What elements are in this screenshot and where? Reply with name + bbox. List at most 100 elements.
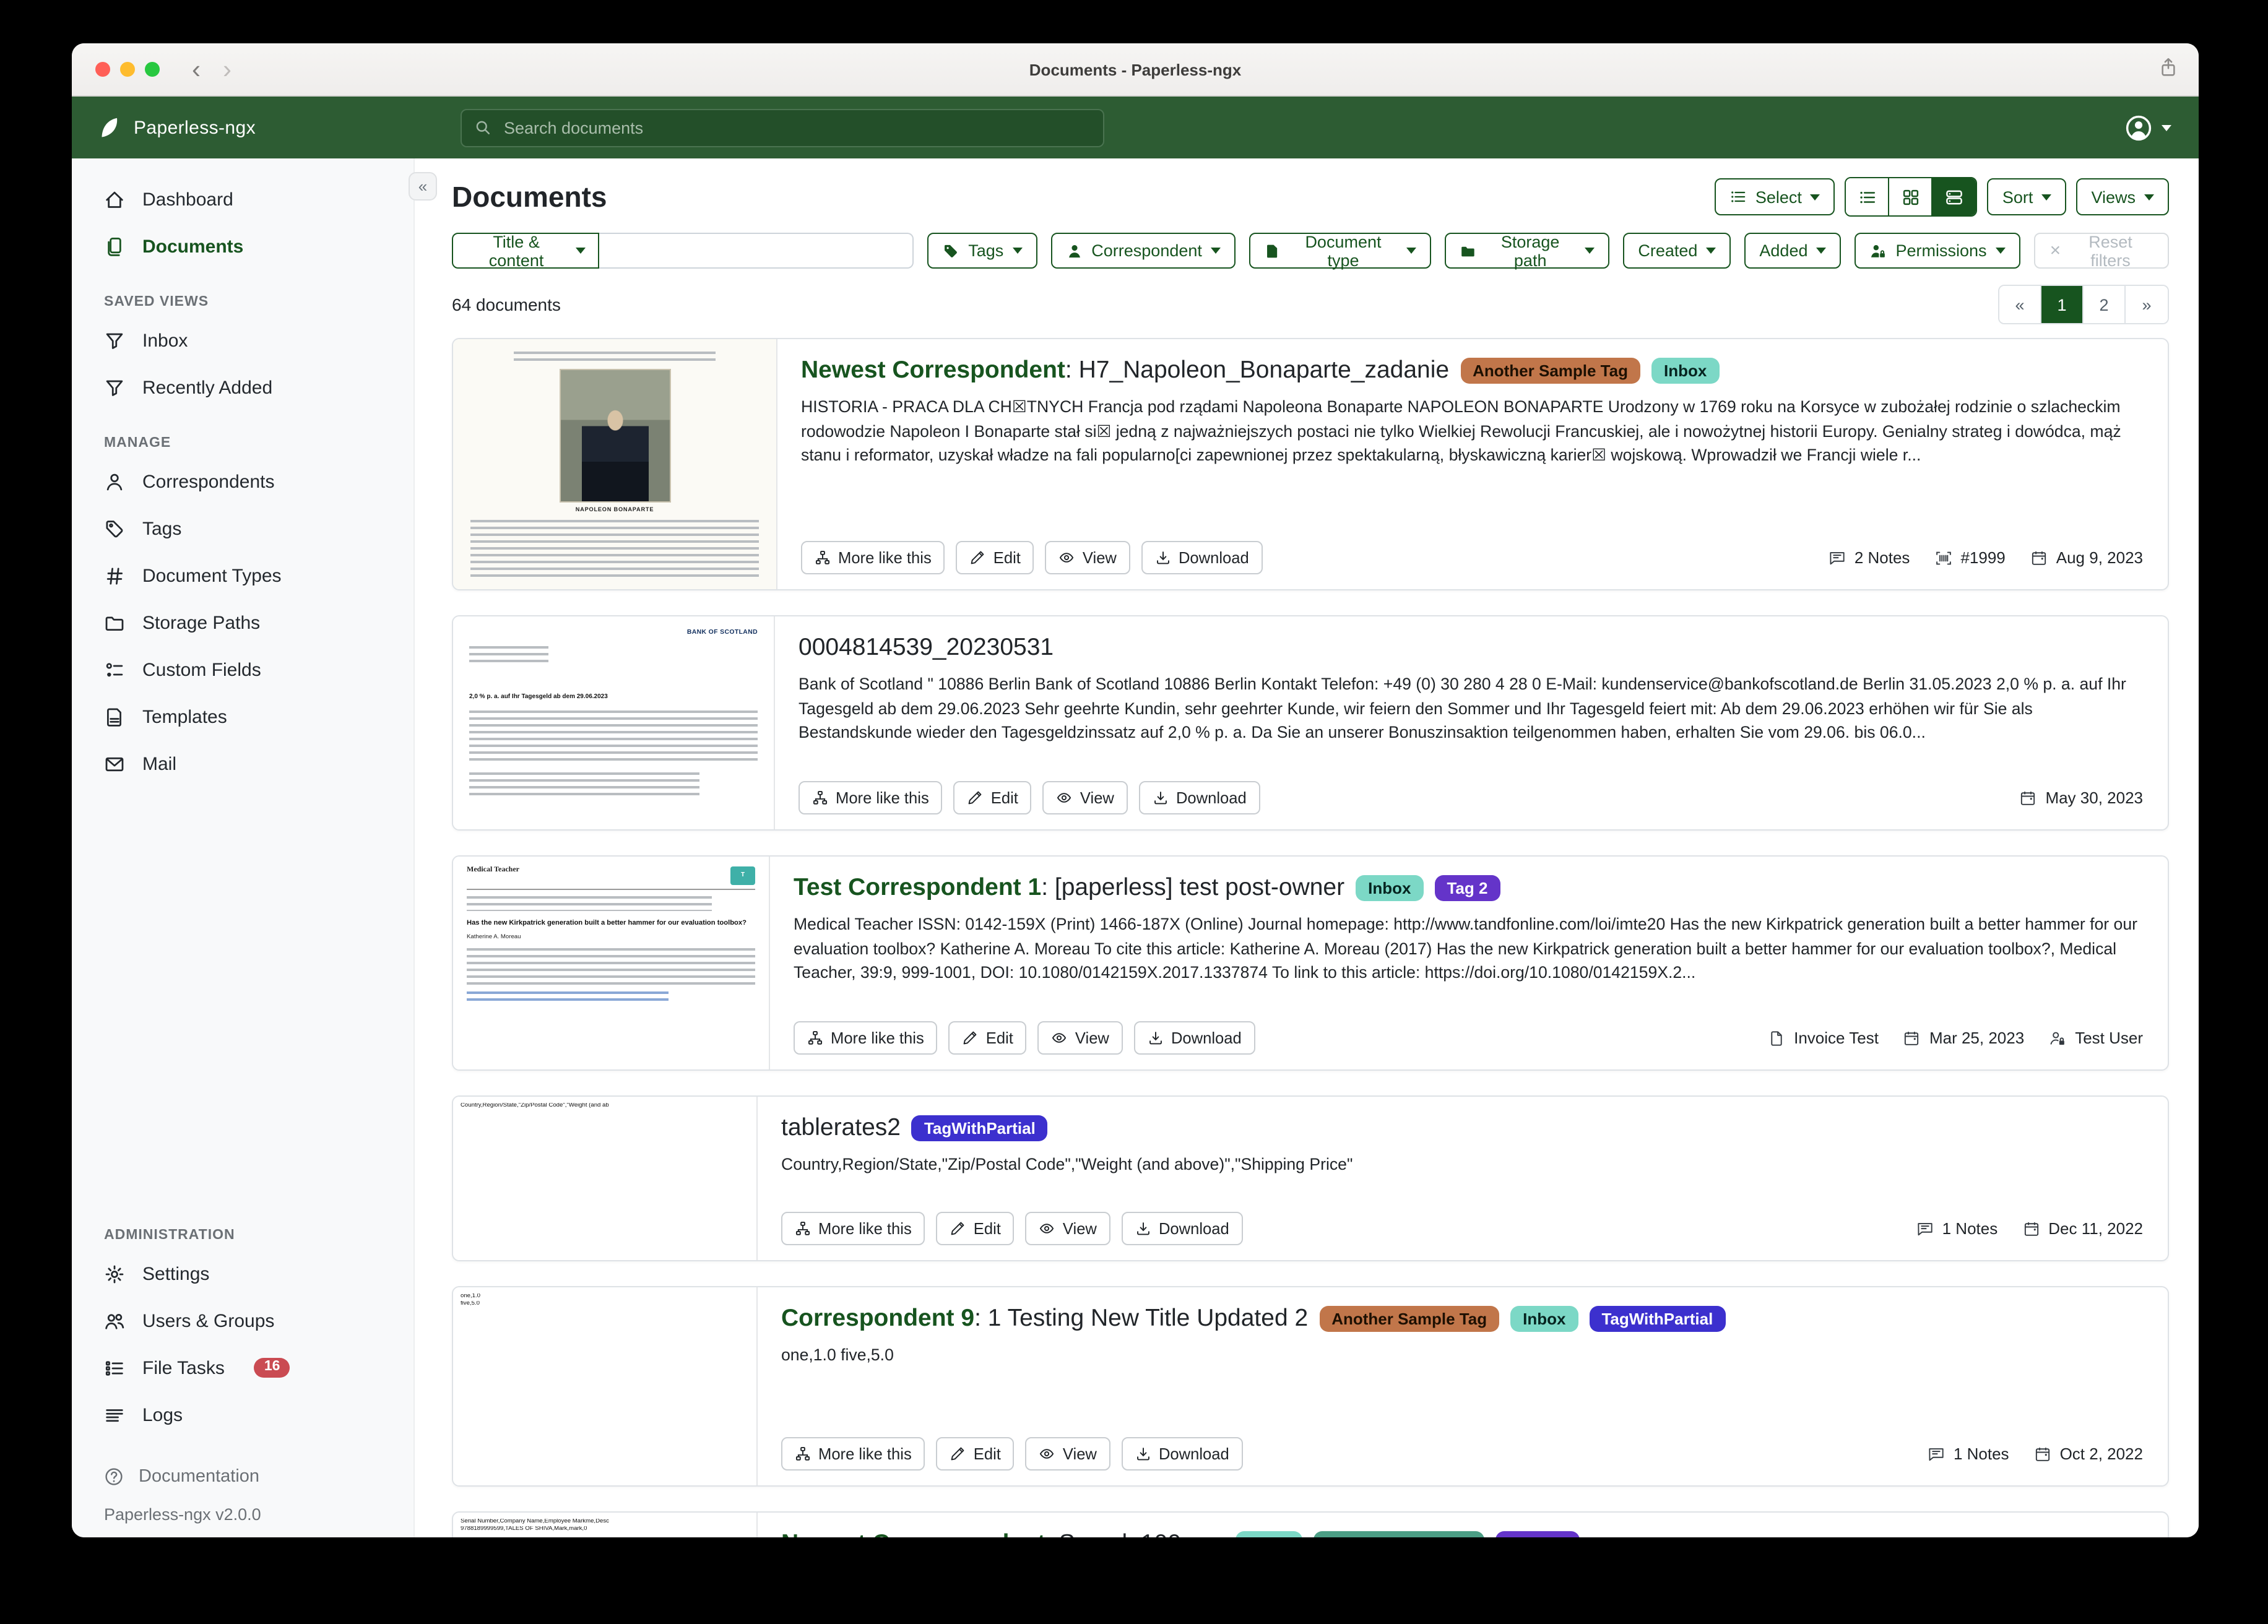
- tag-chip[interactable]: TagWithPartial: [912, 1115, 1048, 1141]
- folder-fill-icon: [1459, 242, 1476, 259]
- tag-chip[interactable]: Inbox: [1356, 875, 1423, 901]
- sidebar-item-label: Settings: [142, 1263, 209, 1284]
- view-details-button[interactable]: [1933, 178, 1976, 215]
- sidebar-item-label: Custom Fields: [142, 659, 261, 680]
- tag-chip[interactable]: [1496, 1531, 1580, 1537]
- view-grid-button[interactable]: [1890, 178, 1933, 215]
- sidebar-item-logs[interactable]: Logs: [72, 1391, 413, 1438]
- tag-chip[interactable]: [1314, 1531, 1485, 1537]
- tag-chip[interactable]: Another Sample Tag: [1460, 357, 1640, 383]
- document-list: NAPOLEON BONAPARTE Newest Correspondent:…: [452, 338, 2169, 1537]
- diagram-icon: [812, 790, 828, 806]
- download-button[interactable]: Download: [1122, 1212, 1243, 1245]
- notes-indicator[interactable]: 1 Notes: [1928, 1445, 2009, 1463]
- sidebar-item-label: Mail: [142, 753, 176, 774]
- title-content-input[interactable]: [599, 233, 914, 269]
- sidebar-item-users-groups[interactable]: Users & Groups: [72, 1297, 413, 1344]
- person-lock-icon: [2049, 1029, 2066, 1047]
- document-thumbnail[interactable]: Medical Teacher T Has the new Kirkpatric…: [453, 857, 770, 1069]
- notes-indicator[interactable]: 1 Notes: [1916, 1219, 1998, 1238]
- sidebar-item-document-types[interactable]: Document Types: [72, 552, 413, 599]
- funnel-icon: [104, 377, 125, 398]
- sidebar-item-dashboard[interactable]: Dashboard: [72, 176, 413, 223]
- sidebar-collapse-button[interactable]: «: [409, 172, 437, 201]
- document-title-link[interactable]: Newest Correspondent: H7_Napoleon_Bonapa…: [801, 356, 1449, 384]
- download-button[interactable]: Download: [1134, 1021, 1255, 1055]
- added-filter-button[interactable]: Added: [1744, 233, 1841, 269]
- document-title-link[interactable]: 0004814539_20230531: [799, 633, 1054, 662]
- more-like-this-button[interactable]: More like this: [794, 1021, 938, 1055]
- tag-chip[interactable]: Tag 2: [1434, 875, 1500, 901]
- tag-chip[interactable]: Inbox: [1510, 1305, 1578, 1331]
- view-button[interactable]: View: [1038, 1021, 1123, 1055]
- edit-button[interactable]: Edit: [956, 541, 1034, 574]
- sidebar-item-tags[interactable]: Tags: [72, 505, 413, 552]
- view-button[interactable]: View: [1026, 1212, 1110, 1245]
- edit-button[interactable]: Edit: [937, 1437, 1015, 1471]
- more-like-this-button[interactable]: More like this: [799, 781, 943, 814]
- tag-chip[interactable]: Another Sample Tag: [1319, 1305, 1499, 1331]
- date-indicator: Oct 2, 2022: [2034, 1445, 2143, 1463]
- view-list-button[interactable]: [1846, 178, 1890, 215]
- view-button[interactable]: View: [1043, 781, 1128, 814]
- document-thumbnail[interactable]: Serial Number,Company Name,Employee Mark…: [453, 1513, 758, 1537]
- download-button[interactable]: Download: [1141, 541, 1263, 574]
- thumbnail-bold-line: 2,0 % p. a. auf Ihr Tagesgeld ab dem 29.…: [469, 693, 758, 701]
- edit-button[interactable]: Edit: [937, 1212, 1015, 1245]
- documentation-link[interactable]: Documentation: [72, 1456, 413, 1498]
- user-menu[interactable]: [2124, 113, 2171, 142]
- document-title-link[interactable]: Correspondent 9: 1 Testing New Title Upd…: [781, 1304, 1308, 1332]
- document-thumbnail[interactable]: one,1.0 five,5.0: [453, 1287, 758, 1485]
- storage-path-filter-button[interactable]: Storage path: [1444, 233, 1609, 269]
- tag-chip[interactable]: TagWithPartial: [1589, 1305, 1725, 1331]
- more-like-this-button[interactable]: More like this: [801, 541, 945, 574]
- sort-button[interactable]: Sort: [1988, 178, 2067, 215]
- sidebar-item-settings[interactable]: Settings: [72, 1250, 413, 1297]
- view-button[interactable]: View: [1045, 541, 1130, 574]
- views-button[interactable]: Views: [2076, 178, 2169, 215]
- app-logo[interactable]: Paperless-ngx: [72, 115, 415, 140]
- document-thumbnail[interactable]: NAPOLEON BONAPARTE: [453, 339, 777, 589]
- download-button[interactable]: Download: [1122, 1437, 1243, 1471]
- more-like-this-button[interactable]: More like this: [781, 1212, 925, 1245]
- sidebar-item-custom-fields[interactable]: Custom Fields: [72, 646, 413, 693]
- notes-indicator[interactable]: 2 Notes: [1829, 548, 1910, 567]
- download-button[interactable]: Download: [1139, 781, 1260, 814]
- calendar-icon: [2030, 549, 2048, 566]
- document-thumbnail[interactable]: Country,Region/State,"Zip/Postal Code","…: [453, 1097, 758, 1260]
- sidebar-item-correspondents[interactable]: Correspondents: [72, 458, 413, 505]
- select-button[interactable]: Select: [1715, 178, 1835, 215]
- document-title-link[interactable]: Test Correspondent 1: [paperless] test p…: [794, 873, 1344, 902]
- pagination-page-1[interactable]: 1: [2041, 286, 2084, 323]
- document-type-filter-button[interactable]: Document type: [1249, 233, 1430, 269]
- search-input[interactable]: [501, 117, 1091, 138]
- reset-filters-button[interactable]: × Reset filters: [2034, 233, 2169, 269]
- document-title-link[interactable]: tablerates2: [781, 1113, 901, 1142]
- sidebar-item-documents[interactable]: Documents: [72, 223, 413, 270]
- global-search-box[interactable]: [461, 108, 1104, 147]
- tag-chip[interactable]: Inbox: [1651, 357, 1719, 383]
- more-like-this-button[interactable]: More like this: [781, 1437, 925, 1471]
- pagination-prev-button[interactable]: «: [1999, 286, 2041, 323]
- title-content-dropdown[interactable]: Title & content: [452, 233, 599, 269]
- tags-filter-button[interactable]: Tags: [927, 233, 1037, 269]
- document-title-link[interactable]: Newest Correspondent: Sample100.csv: [781, 1529, 1224, 1537]
- views-label: Views: [2091, 188, 2136, 206]
- edit-button[interactable]: Edit: [949, 1021, 1027, 1055]
- sidebar-item-recently-added[interactable]: Recently Added: [72, 364, 413, 411]
- pagination-page-2[interactable]: 2: [2084, 286, 2126, 323]
- pagination-next-button[interactable]: »: [2126, 286, 2168, 323]
- sidebar-item-templates[interactable]: Templates: [72, 693, 413, 740]
- correspondent-filter-button[interactable]: Correspondent: [1050, 233, 1236, 269]
- permissions-filter-button[interactable]: Permissions: [1855, 233, 2020, 269]
- share-icon[interactable]: [2158, 57, 2179, 84]
- sidebar-item-mail[interactable]: Mail: [72, 740, 413, 787]
- tag-chip[interactable]: Inbox: [1235, 1531, 1302, 1537]
- view-button[interactable]: View: [1026, 1437, 1110, 1471]
- sidebar-item-inbox[interactable]: Inbox: [72, 317, 413, 364]
- sidebar-item-storage-paths[interactable]: Storage Paths: [72, 599, 413, 646]
- edit-button[interactable]: Edit: [954, 781, 1032, 814]
- document-thumbnail[interactable]: BANK OF SCOTLAND 2,0 % p. a. auf Ihr Tag…: [453, 616, 775, 829]
- created-filter-button[interactable]: Created: [1623, 233, 1731, 269]
- sidebar-item-file-tasks[interactable]: File Tasks 16: [72, 1344, 413, 1391]
